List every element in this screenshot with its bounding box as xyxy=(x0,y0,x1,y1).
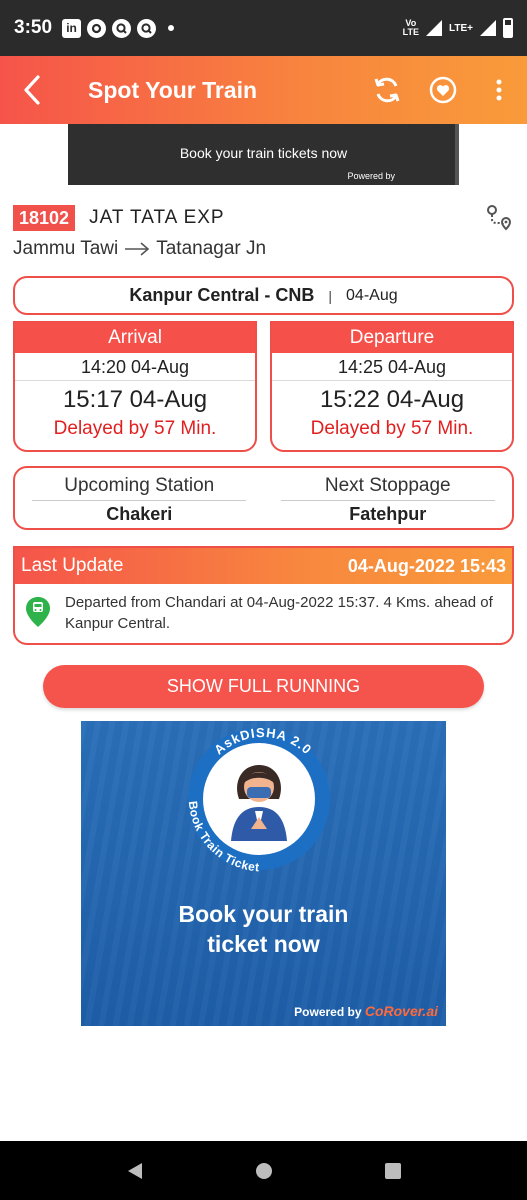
ad-headline-line1: Book your train xyxy=(178,901,349,927)
arrival-scheduled: 14:20 04-Aug xyxy=(15,353,255,381)
train-name: JAT TATA EXP xyxy=(89,207,225,228)
back-button[interactable] xyxy=(0,56,64,124)
signal-icon xyxy=(426,20,443,36)
last-update-timestamp: 04-Aug-2022 15:43 xyxy=(347,555,506,576)
route-map-icon[interactable] xyxy=(484,203,514,233)
lte-plus-label: LTE+ xyxy=(449,22,473,34)
departure-scheduled: 14:25 04-Aug xyxy=(272,353,512,381)
station-separator: | xyxy=(328,287,333,304)
ad-powered-label: Powered by xyxy=(294,1005,362,1019)
upcoming-station: Upcoming Station Chakeri xyxy=(15,468,264,528)
arrival-label: Arrival xyxy=(15,323,255,353)
last-update-title: Last Update xyxy=(21,555,124,576)
volte-icon: Vo LTE xyxy=(402,18,420,37)
favorite-button[interactable] xyxy=(415,56,471,124)
show-full-running-button[interactable]: SHOW FULL RUNNING xyxy=(43,665,484,708)
top-ad-text: Book your train tickets now xyxy=(179,145,348,161)
upcoming-box: Upcoming Station Chakeri Next Stoppage F… xyxy=(13,466,514,530)
nav-home-circle-icon xyxy=(255,1162,272,1179)
current-station-name: Kanpur Central - CNB xyxy=(129,285,315,305)
more-vertical-icon xyxy=(496,79,502,101)
android-nav-bar xyxy=(0,1141,527,1200)
q-app-icon xyxy=(112,18,132,38)
ad-edge xyxy=(455,124,459,185)
askdisha-ring: AskDISHA 2.0 Book Train Ticket xyxy=(186,725,330,874)
header-actions xyxy=(359,56,527,124)
page-title: Spot Your Train xyxy=(88,76,258,103)
ad-headline-line2: ticket now xyxy=(207,931,320,957)
arrival-card: Arrival 14:20 04-Aug 15:17 04-Aug Delaye… xyxy=(13,321,257,452)
status-bar: 3:50 in Vo LTE LTE+ xyxy=(0,0,527,56)
route: Jammu Tawi Tatanagar Jn xyxy=(13,238,266,260)
back-arrow-icon xyxy=(24,75,40,105)
nav-back-triangle-icon xyxy=(127,1162,142,1179)
linkedin-icon: in xyxy=(62,18,82,38)
nav-recents-button[interactable] xyxy=(373,1151,413,1191)
arrival-delay: Delayed by 57 Min. xyxy=(53,418,217,439)
last-update-box: Last Update 04-Aug-2022 15:43 Departed f… xyxy=(13,546,514,645)
notification-icons: in xyxy=(62,18,175,38)
next-stoppage-label: Next Stoppage xyxy=(280,475,495,501)
arrow-right-icon xyxy=(125,242,150,256)
signal-icon-2 xyxy=(480,20,496,36)
battery-icon xyxy=(503,18,513,38)
corover-logo: CoRover.ai xyxy=(364,1003,438,1019)
status-time: 3:50 xyxy=(14,17,53,38)
current-station-pill[interactable]: Kanpur Central - CNB | 04-Aug xyxy=(13,276,514,315)
next-stoppage-value: Fatehpur xyxy=(349,504,427,524)
departure-delay: Delayed by 57 Min. xyxy=(310,418,474,439)
circle-app-icon xyxy=(87,18,107,38)
nav-recents-square-icon xyxy=(384,1162,401,1179)
arrival-actual: 15:17 04-Aug xyxy=(62,386,208,413)
top-ad-banner[interactable]: Book your train tickets now Powered by xyxy=(68,124,459,185)
top-ad-powered: Powered by xyxy=(347,171,395,181)
askdisha-ad-banner[interactable]: AskDISHA 2.0 Book Train Ticket Book your… xyxy=(81,721,446,1026)
upcoming-station-value: Chakeri xyxy=(106,504,173,524)
screen: 3:50 in Vo LTE LTE+ Spot Your Train Book… xyxy=(0,0,527,1200)
status-right: Vo LTE LTE+ xyxy=(403,18,513,38)
refresh-icon xyxy=(374,77,400,103)
ad-powered-by: Powered by CoRover.ai xyxy=(294,1003,438,1019)
ad-headline: Book your train ticket now xyxy=(81,899,446,959)
current-station-date: 04-Aug xyxy=(346,286,398,304)
app-header: Spot Your Train xyxy=(0,56,527,124)
next-stoppage: Next Stoppage Fatehpur xyxy=(264,468,513,528)
train-header: 18102 JAT TATA EXP xyxy=(13,204,514,232)
more-notifications-dot-icon xyxy=(168,25,175,31)
nav-back-button[interactable] xyxy=(115,1151,155,1191)
nav-home-button[interactable] xyxy=(244,1151,284,1191)
upcoming-station-label: Upcoming Station xyxy=(32,475,247,501)
train-number-badge: 18102 xyxy=(13,205,76,231)
train-location-pin-icon xyxy=(26,597,50,627)
refresh-button[interactable] xyxy=(359,56,415,124)
departure-label: Departure xyxy=(272,323,512,353)
destination-station: Tatanagar Jn xyxy=(156,238,267,259)
departure-actual: 15:22 04-Aug xyxy=(319,386,465,413)
more-options-button[interactable] xyxy=(471,56,527,124)
last-update-message: Departed from Chandari at 04-Aug-2022 15… xyxy=(65,594,493,632)
departure-card: Departure 14:25 04-Aug 15:22 04-Aug Dela… xyxy=(270,321,514,452)
heart-icon xyxy=(429,76,457,104)
last-update-body: Departed from Chandari at 04-Aug-2022 15… xyxy=(15,584,512,634)
origin-station: Jammu Tawi xyxy=(13,238,119,259)
last-update-header: Last Update 04-Aug-2022 15:43 xyxy=(15,548,512,584)
q-app-icon xyxy=(137,18,157,38)
